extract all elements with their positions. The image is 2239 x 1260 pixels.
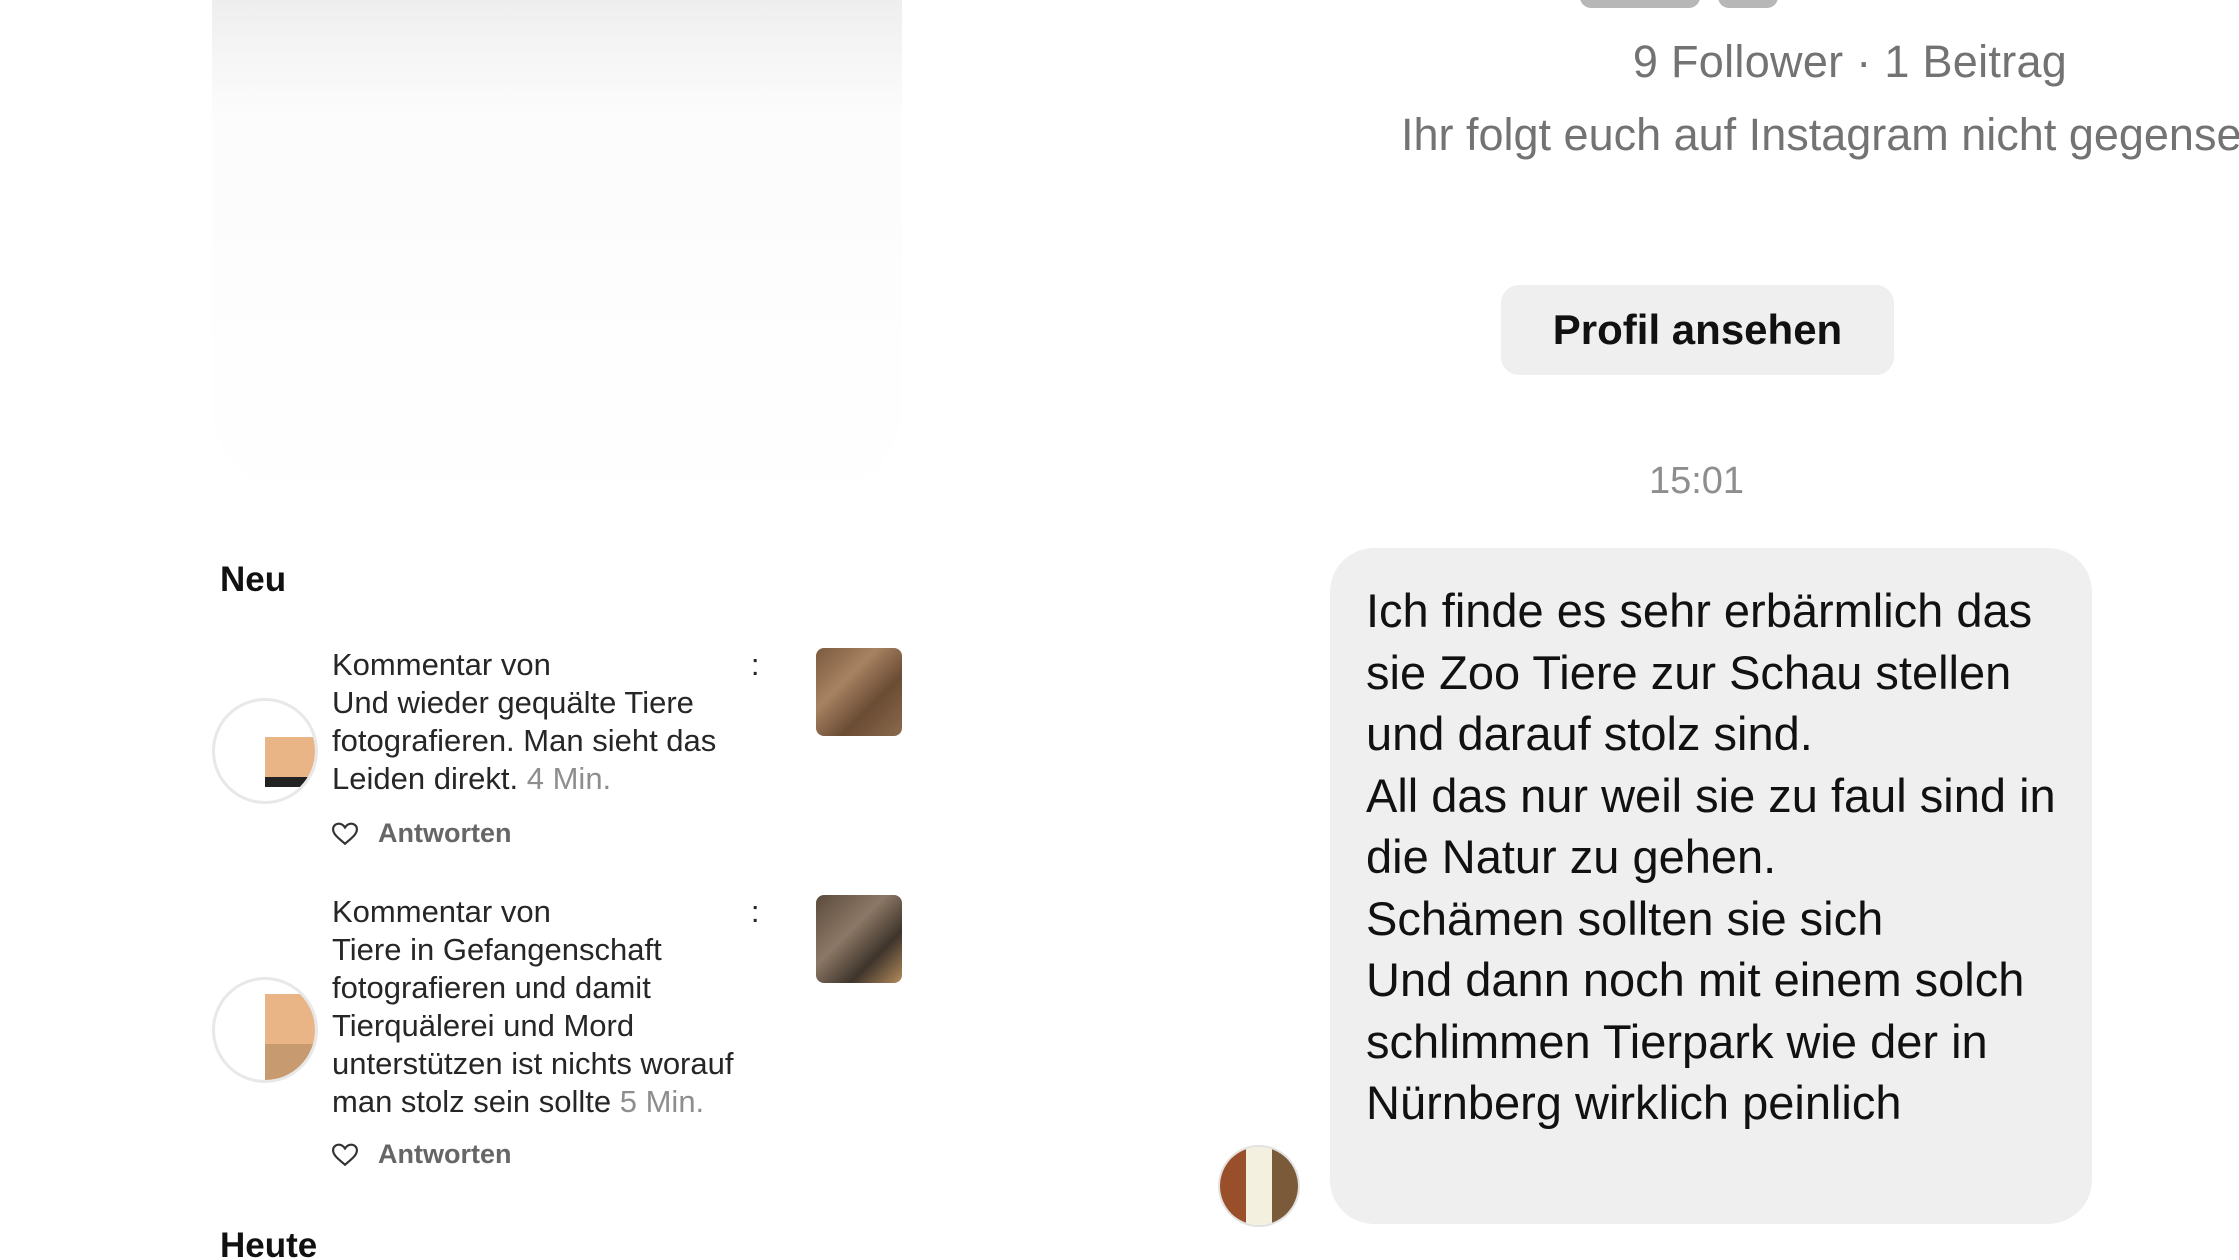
comment-time: 4 Min.: [526, 761, 612, 796]
comment-text: Und wieder gequälte Tiere fotografieren.…: [332, 685, 717, 796]
notification-text: Kommentar von: Und wieder gequälte Tiere…: [332, 646, 782, 798]
sender-avatar[interactable]: [1218, 1145, 1300, 1227]
notification-text: Kommentar von: Tiere in Gefangenschaft f…: [332, 893, 782, 1121]
reply-button[interactable]: Antworten: [378, 818, 511, 849]
message-timestamp: 15:01: [1648, 460, 1745, 502]
heart-outline-icon[interactable]: [332, 822, 358, 846]
view-profile-button[interactable]: Profil ansehen: [1501, 285, 1894, 375]
avatar[interactable]: [212, 977, 318, 1083]
heart-outline-icon[interactable]: [332, 1143, 358, 1167]
post-thumbnail[interactable]: [816, 895, 902, 983]
post-thumbnail[interactable]: [816, 648, 902, 736]
comment-time: 5 Min.: [619, 1084, 705, 1119]
avatar[interactable]: [212, 698, 318, 804]
comment-colon: :: [750, 894, 760, 929]
reply-button[interactable]: Antworten: [378, 1139, 511, 1170]
message-text: Ich finde es sehr erbärmlich das sie Zoo…: [1366, 584, 2056, 1129]
section-title-today: Heute: [220, 1226, 318, 1260]
blurred-post-area: [212, 0, 902, 530]
profile-stats: 9 Follower · 1 Beitrag: [1632, 36, 2068, 87]
notifications-panel: Neu Kommentar von: Und wieder gequälte T…: [0, 0, 1000, 1260]
message-bubble[interactable]: Ich finde es sehr erbärmlich das sie Zoo…: [1330, 548, 2092, 1224]
cropped-username: [1580, 0, 1820, 10]
comment-prefix: Kommentar von: [332, 647, 551, 682]
comment-actions: Antworten: [332, 1139, 511, 1170]
comment-colon: :: [750, 647, 760, 682]
screenshot-collage: Neu Kommentar von: Und wieder gequälte T…: [0, 0, 2239, 1260]
mutual-follow-notice: Ihr folgt euch auf Instagram nicht gegen…: [1400, 109, 2239, 160]
section-title-new: Neu: [220, 560, 287, 599]
comment-actions: Antworten: [332, 818, 511, 849]
comment-prefix: Kommentar von: [332, 894, 551, 929]
